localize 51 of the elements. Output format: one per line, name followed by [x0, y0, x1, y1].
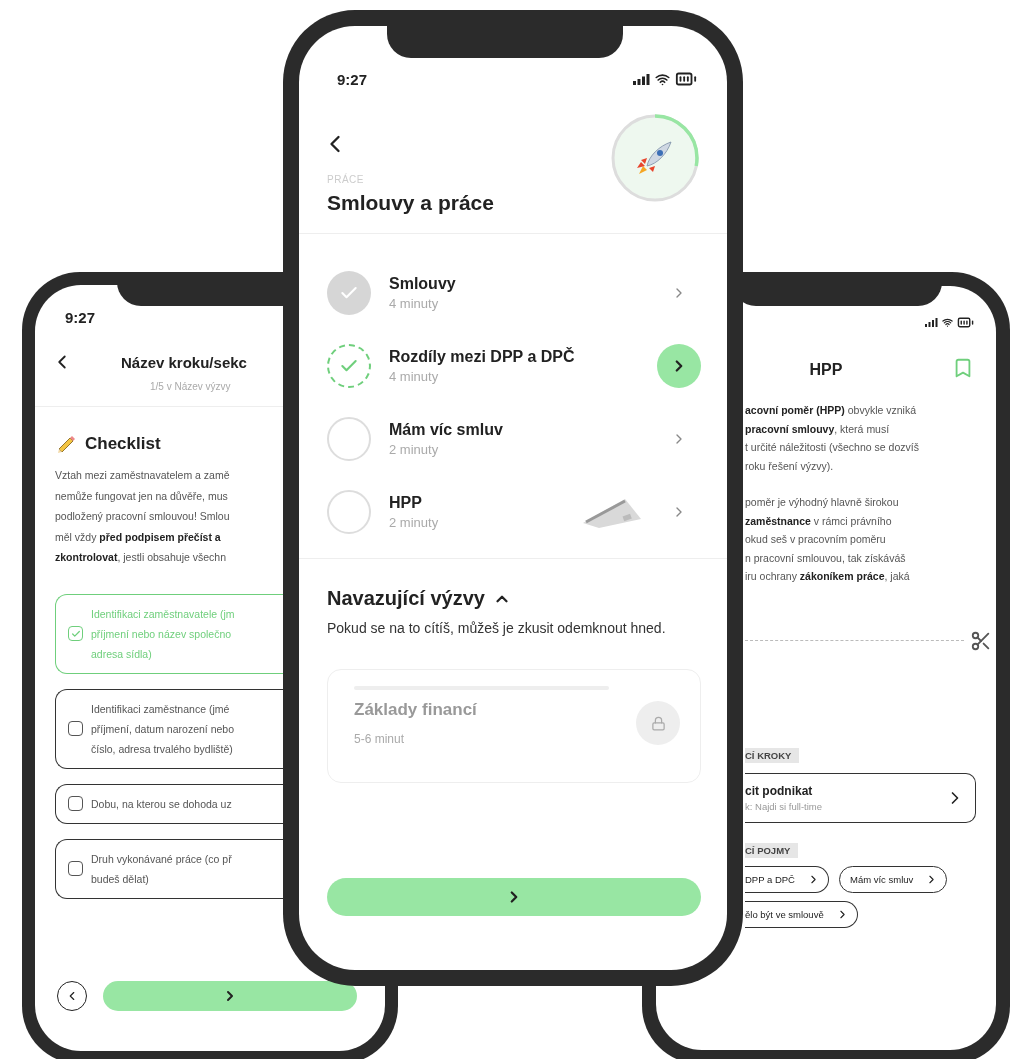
screen-title: Smlouvy a práce	[327, 191, 494, 215]
status-time: 9:27	[337, 70, 368, 88]
lesson-title: Mám víc smluv	[389, 420, 504, 439]
continue-button[interactable]	[327, 878, 701, 916]
check-icon	[70, 628, 81, 639]
lesson-duration: 4 minuty	[389, 368, 440, 384]
lesson-title: HPP	[389, 493, 423, 512]
signal-icon	[633, 73, 650, 85]
paragraph: poměr je výhodný hlavně širokou zaměstnance v rámci právního okud seš v pracovním poměru n pracovní smlouvou, tak získáváš iru ochrany zákoníkem práce, jaká	[745, 495, 911, 584]
next-button[interactable]	[103, 981, 357, 1011]
open-lesson-button[interactable]	[657, 343, 701, 388]
lesson-title: Smlouvy	[389, 274, 457, 293]
term-chip[interactable]: ělo být ve smlouvě	[745, 900, 858, 928]
paragraph: Vztah mezi zaměstnavatelem a zamě nemůže fungovat jen na důvěře, mus podložený pracovní smlouvou! Smlou měl vždy před podpisem přečíst a zkontrolovat, jestli obsahuje všechn	[55, 468, 231, 565]
paragraph: acovní poměr (HPP) obvykle vzniká pracovní smlouvy, která musí t určité náležitosti (všechno se dozvíš roku řešení výzvy).	[745, 403, 920, 474]
checklist-text: Druh vykonávané práce (co př budeš dělat)	[91, 851, 232, 887]
checklist-text: Identifikaci zaměstnance (jmé příjmení, datum narození nebo číslo, adresa trvalého bydliště)	[91, 701, 234, 757]
wifi-icon	[942, 317, 953, 328]
next-step-card[interactable]: cit podnikat k: Najdi si full-time	[745, 772, 976, 823]
checkbox[interactable]	[68, 796, 83, 811]
section-label: CÍ POJMY	[745, 842, 799, 858]
checkbox[interactable]	[68, 861, 83, 876]
signal-icon	[925, 318, 938, 327]
challenge-duration: 5-6 minut	[354, 732, 406, 746]
checkbox[interactable]	[68, 626, 83, 641]
challenge-title: Základy financí	[354, 700, 477, 720]
lesson-duration: 4 minuty	[389, 295, 440, 311]
scissors-icon	[970, 629, 992, 652]
previous-button[interactable]	[57, 981, 87, 1011]
checklist-text: Identifikaci zaměstnavatele (jm příjmení nebo název společno adresa sídla)	[91, 606, 235, 662]
term-chip[interactable]: Mám víc smluv	[839, 865, 948, 893]
lesson-duration: 2 minuty	[389, 441, 440, 457]
section-title: Navazující výzvy	[327, 587, 485, 610]
section-description: Pokud se na to cítíš, můžeš je zkusit odemknout hned.	[327, 619, 667, 638]
term-chip[interactable]: DPP a DPČ	[745, 865, 829, 893]
checklist-text: Dobu, na kterou se dohoda uz	[91, 796, 232, 812]
checkbox[interactable]	[68, 721, 83, 736]
screen-subtitle: 1/5 v Název výzvy	[150, 381, 232, 392]
screen-title: HPP	[809, 361, 843, 379]
section-label: CÍ KROKY	[745, 747, 800, 763]
lock-icon	[650, 715, 666, 731]
lesson-title: Rozdíly mezi DPP a DPČ	[389, 347, 576, 366]
section-title: Checklist	[85, 434, 161, 454]
wifi-icon	[655, 71, 670, 87]
status-time: 9:27	[65, 309, 96, 326]
step-title: cit podnikat	[745, 783, 814, 798]
checklist-item[interactable]: Dobu, na kterou se dohoda uz	[55, 783, 283, 824]
screen-title: Název kroku/sekc	[121, 353, 247, 371]
pencil-icon	[55, 433, 77, 455]
lesson-duration: 2 minuty	[389, 514, 440, 530]
step-subtitle: k: Najdi si full-time	[745, 800, 823, 812]
